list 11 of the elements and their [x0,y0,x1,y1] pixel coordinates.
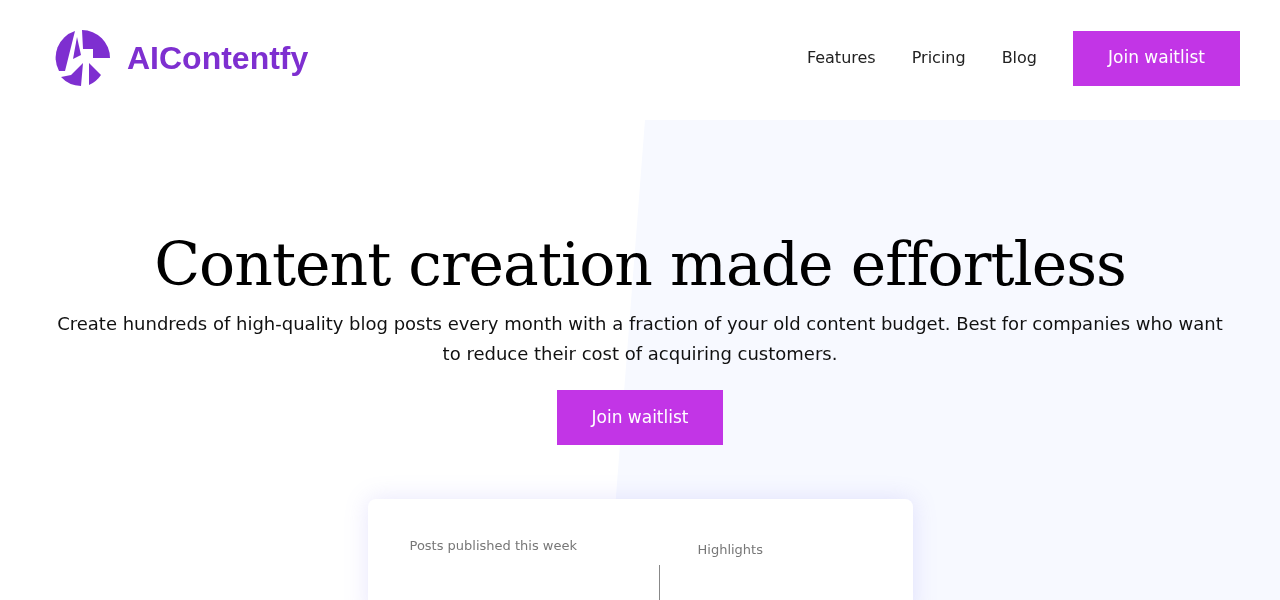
hero-title: Content creation made effortless [154,229,1126,299]
nav-link[interactable]: Features [806,46,876,70]
hero-subtitle: Create hundreds of high-quality blog posts every month with a fraction of your old content budget. Best for companies who want to reduce their cost of acquiring customers. [56,312,1224,366]
join-waitlist-button[interactable]: Join waitlist [557,390,723,445]
card-label: Highlights [697,542,763,557]
join-waitlist-button[interactable]: Join waitlist [1073,30,1240,86]
brand-name: AIContentfy [127,39,309,78]
nav-link[interactable]: Pricing [911,46,966,70]
card-label: Posts published this week [409,538,577,553]
logo-icon [53,29,111,87]
nav-link[interactable]: Blog [1001,46,1037,70]
